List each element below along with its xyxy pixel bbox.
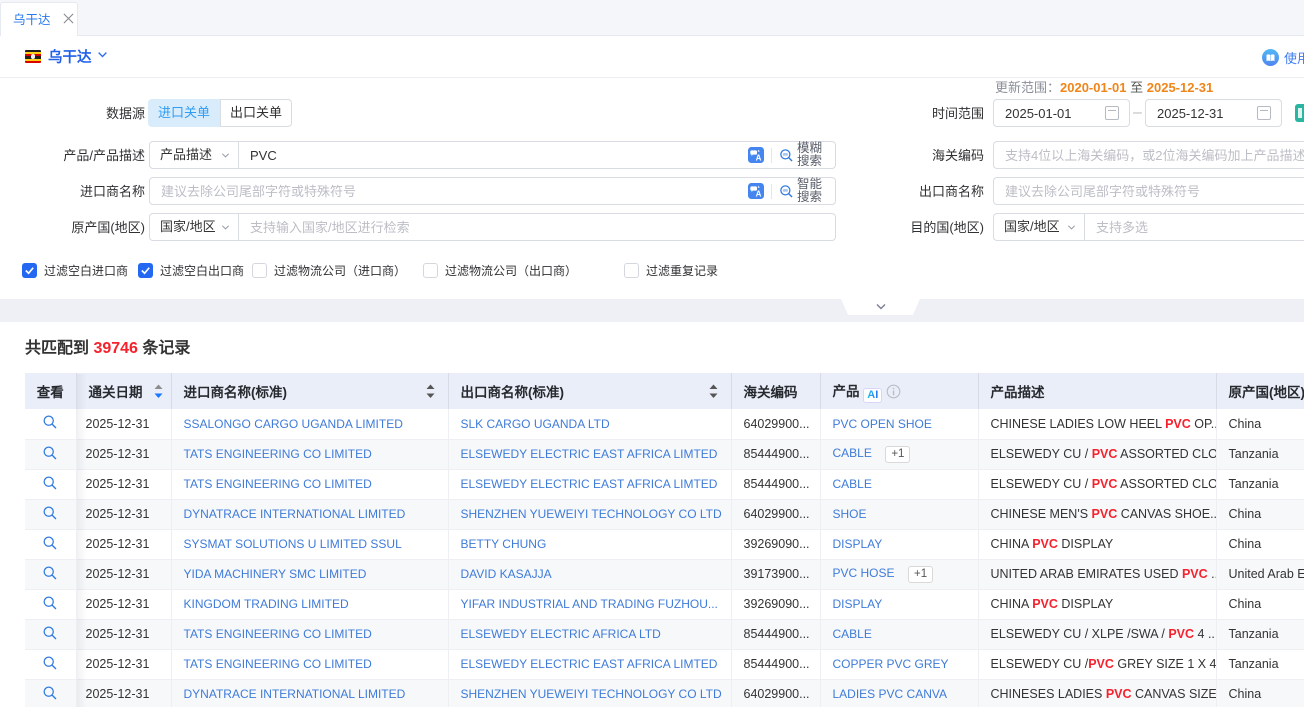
svg-text:A: A bbox=[756, 190, 762, 199]
svg-text:A: A bbox=[756, 154, 762, 163]
